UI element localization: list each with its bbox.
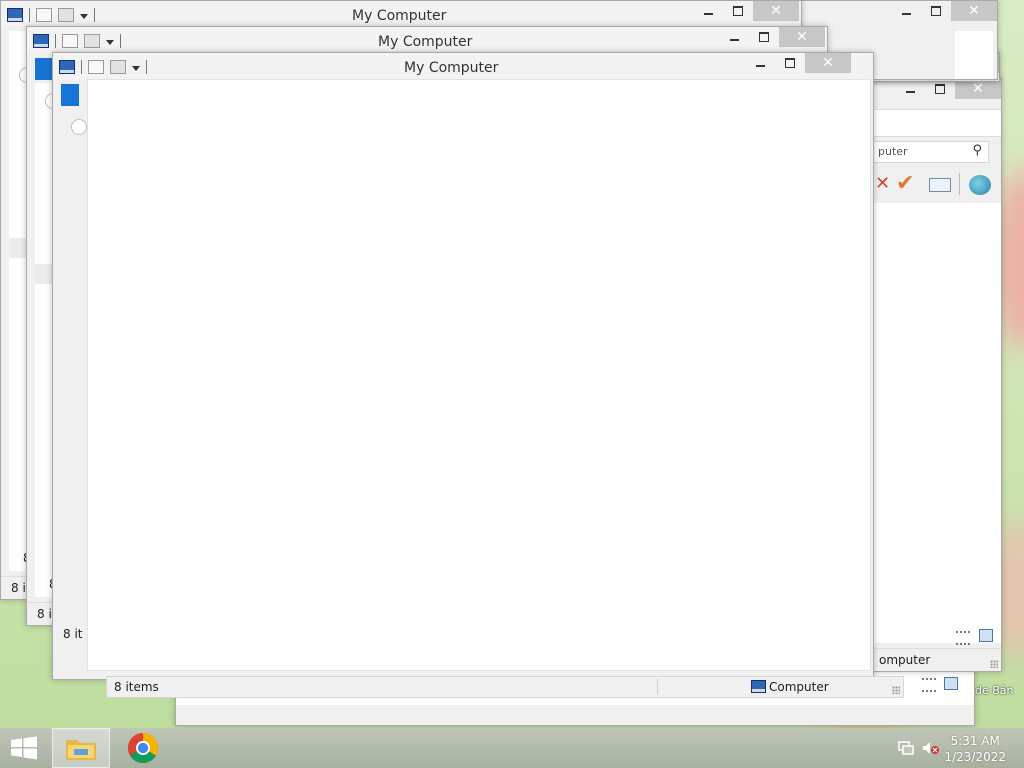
resize-grip[interactable] xyxy=(990,660,998,668)
status-location: Computer xyxy=(769,680,829,694)
maximize-button[interactable] xyxy=(723,1,753,21)
view-thumbnails-icon[interactable] xyxy=(979,629,993,642)
folder-icon xyxy=(66,740,96,760)
search-icon[interactable]: ⚲ xyxy=(972,143,982,158)
title-bar: My Computer ✕ xyxy=(1,1,801,27)
search-text: puter xyxy=(878,145,908,158)
window-controls: ✕ xyxy=(719,27,825,47)
delete-icon[interactable]: ✕ xyxy=(875,173,890,194)
status-item-count: 8 items xyxy=(114,680,159,694)
close-button[interactable]: ✕ xyxy=(753,1,799,21)
maximize-button[interactable] xyxy=(925,79,955,99)
window-controls: ✕ xyxy=(891,1,997,21)
separator xyxy=(94,8,95,22)
chrome-icon xyxy=(127,733,159,764)
minimize-button[interactable] xyxy=(895,79,925,99)
window-title: My Computer xyxy=(352,8,447,24)
quick-access-toolbar xyxy=(7,8,95,22)
window-controls: ✕ xyxy=(693,1,799,21)
separator xyxy=(29,8,30,22)
properties-icon[interactable] xyxy=(62,34,78,48)
maximize-button[interactable] xyxy=(749,27,779,47)
system-clock[interactable]: 5:31 AM 1/23/2022 xyxy=(944,733,1006,765)
clock-time: 5:31 AM xyxy=(950,734,1000,748)
window-title: My Computer xyxy=(404,60,499,76)
title-bar: My Computer ✕ xyxy=(53,53,873,79)
main-content-blank xyxy=(87,79,871,671)
maximize-button[interactable] xyxy=(921,1,951,21)
minimize-button[interactable] xyxy=(693,1,723,21)
close-button[interactable]: ✕ xyxy=(955,79,1001,99)
view-details-icon[interactable] xyxy=(922,678,936,692)
volume-muted-icon[interactable] xyxy=(922,741,939,755)
title-bar: My Computer ✕ xyxy=(27,27,827,53)
chevron-down-icon[interactable] xyxy=(106,40,114,45)
new-folder-icon[interactable] xyxy=(58,8,74,22)
close-button[interactable]: ✕ xyxy=(951,1,997,21)
separator xyxy=(146,60,147,74)
minimize-button[interactable] xyxy=(891,1,921,21)
search-box[interactable]: puter ⚲ xyxy=(871,141,989,163)
taskbar-chrome[interactable] xyxy=(116,728,170,768)
window-content xyxy=(955,31,993,79)
view-thumbnails-icon[interactable] xyxy=(944,677,958,690)
view-details-icon[interactable] xyxy=(956,631,970,645)
new-folder-icon[interactable] xyxy=(84,34,100,48)
computer-icon[interactable] xyxy=(7,8,23,22)
properties-icon[interactable] xyxy=(36,8,52,22)
toolbar-separator xyxy=(959,173,960,195)
window-title: My Computer xyxy=(378,34,473,50)
status-divider xyxy=(657,679,658,695)
address-bar-highlight xyxy=(61,84,79,106)
chevron-down-icon[interactable] xyxy=(80,14,88,19)
status-stub: 8 it xyxy=(63,627,83,641)
separator xyxy=(55,34,56,48)
window-controls: ✕ xyxy=(895,79,1001,99)
network-icon[interactable] xyxy=(898,741,914,755)
windows-logo-icon xyxy=(11,736,37,760)
new-folder-icon[interactable] xyxy=(110,60,126,74)
maximize-button[interactable] xyxy=(775,53,805,73)
close-button[interactable]: ✕ xyxy=(779,27,825,47)
computer-icon[interactable] xyxy=(33,34,49,48)
checkmark-icon[interactable]: ✔ xyxy=(896,171,914,196)
quick-access-toolbar xyxy=(59,60,147,74)
computer-icon[interactable] xyxy=(59,60,75,74)
clock-date: 1/23/2022 xyxy=(944,750,1006,764)
separator xyxy=(120,34,121,48)
start-button[interactable] xyxy=(0,728,48,768)
address-bar-highlight xyxy=(35,58,53,80)
computer-icon xyxy=(751,680,766,693)
window-controls: ✕ xyxy=(745,53,851,73)
back-button[interactable] xyxy=(71,119,87,135)
desktop-partial-label[interactable]: de Bản xyxy=(975,684,1014,697)
properties-icon[interactable] xyxy=(929,178,951,192)
taskbar-file-explorer[interactable] xyxy=(52,728,110,768)
status-location: omputer xyxy=(879,653,931,667)
my-computer-window-3[interactable]: My Computer ✕ 8 it xyxy=(52,52,874,680)
close-button[interactable]: ✕ xyxy=(805,53,851,73)
minimize-button[interactable] xyxy=(745,53,775,73)
minimize-button[interactable] xyxy=(719,27,749,47)
resize-grip[interactable] xyxy=(892,686,900,694)
chevron-down-icon[interactable] xyxy=(132,66,140,71)
quick-access-toolbar xyxy=(33,34,121,48)
taskbar: 5:31 AM 1/23/2022 xyxy=(0,728,1024,768)
status-bar-behind: 8 items Computer xyxy=(106,676,904,698)
network-globe-icon[interactable] xyxy=(969,175,991,195)
separator xyxy=(81,60,82,74)
properties-icon[interactable] xyxy=(88,60,104,74)
